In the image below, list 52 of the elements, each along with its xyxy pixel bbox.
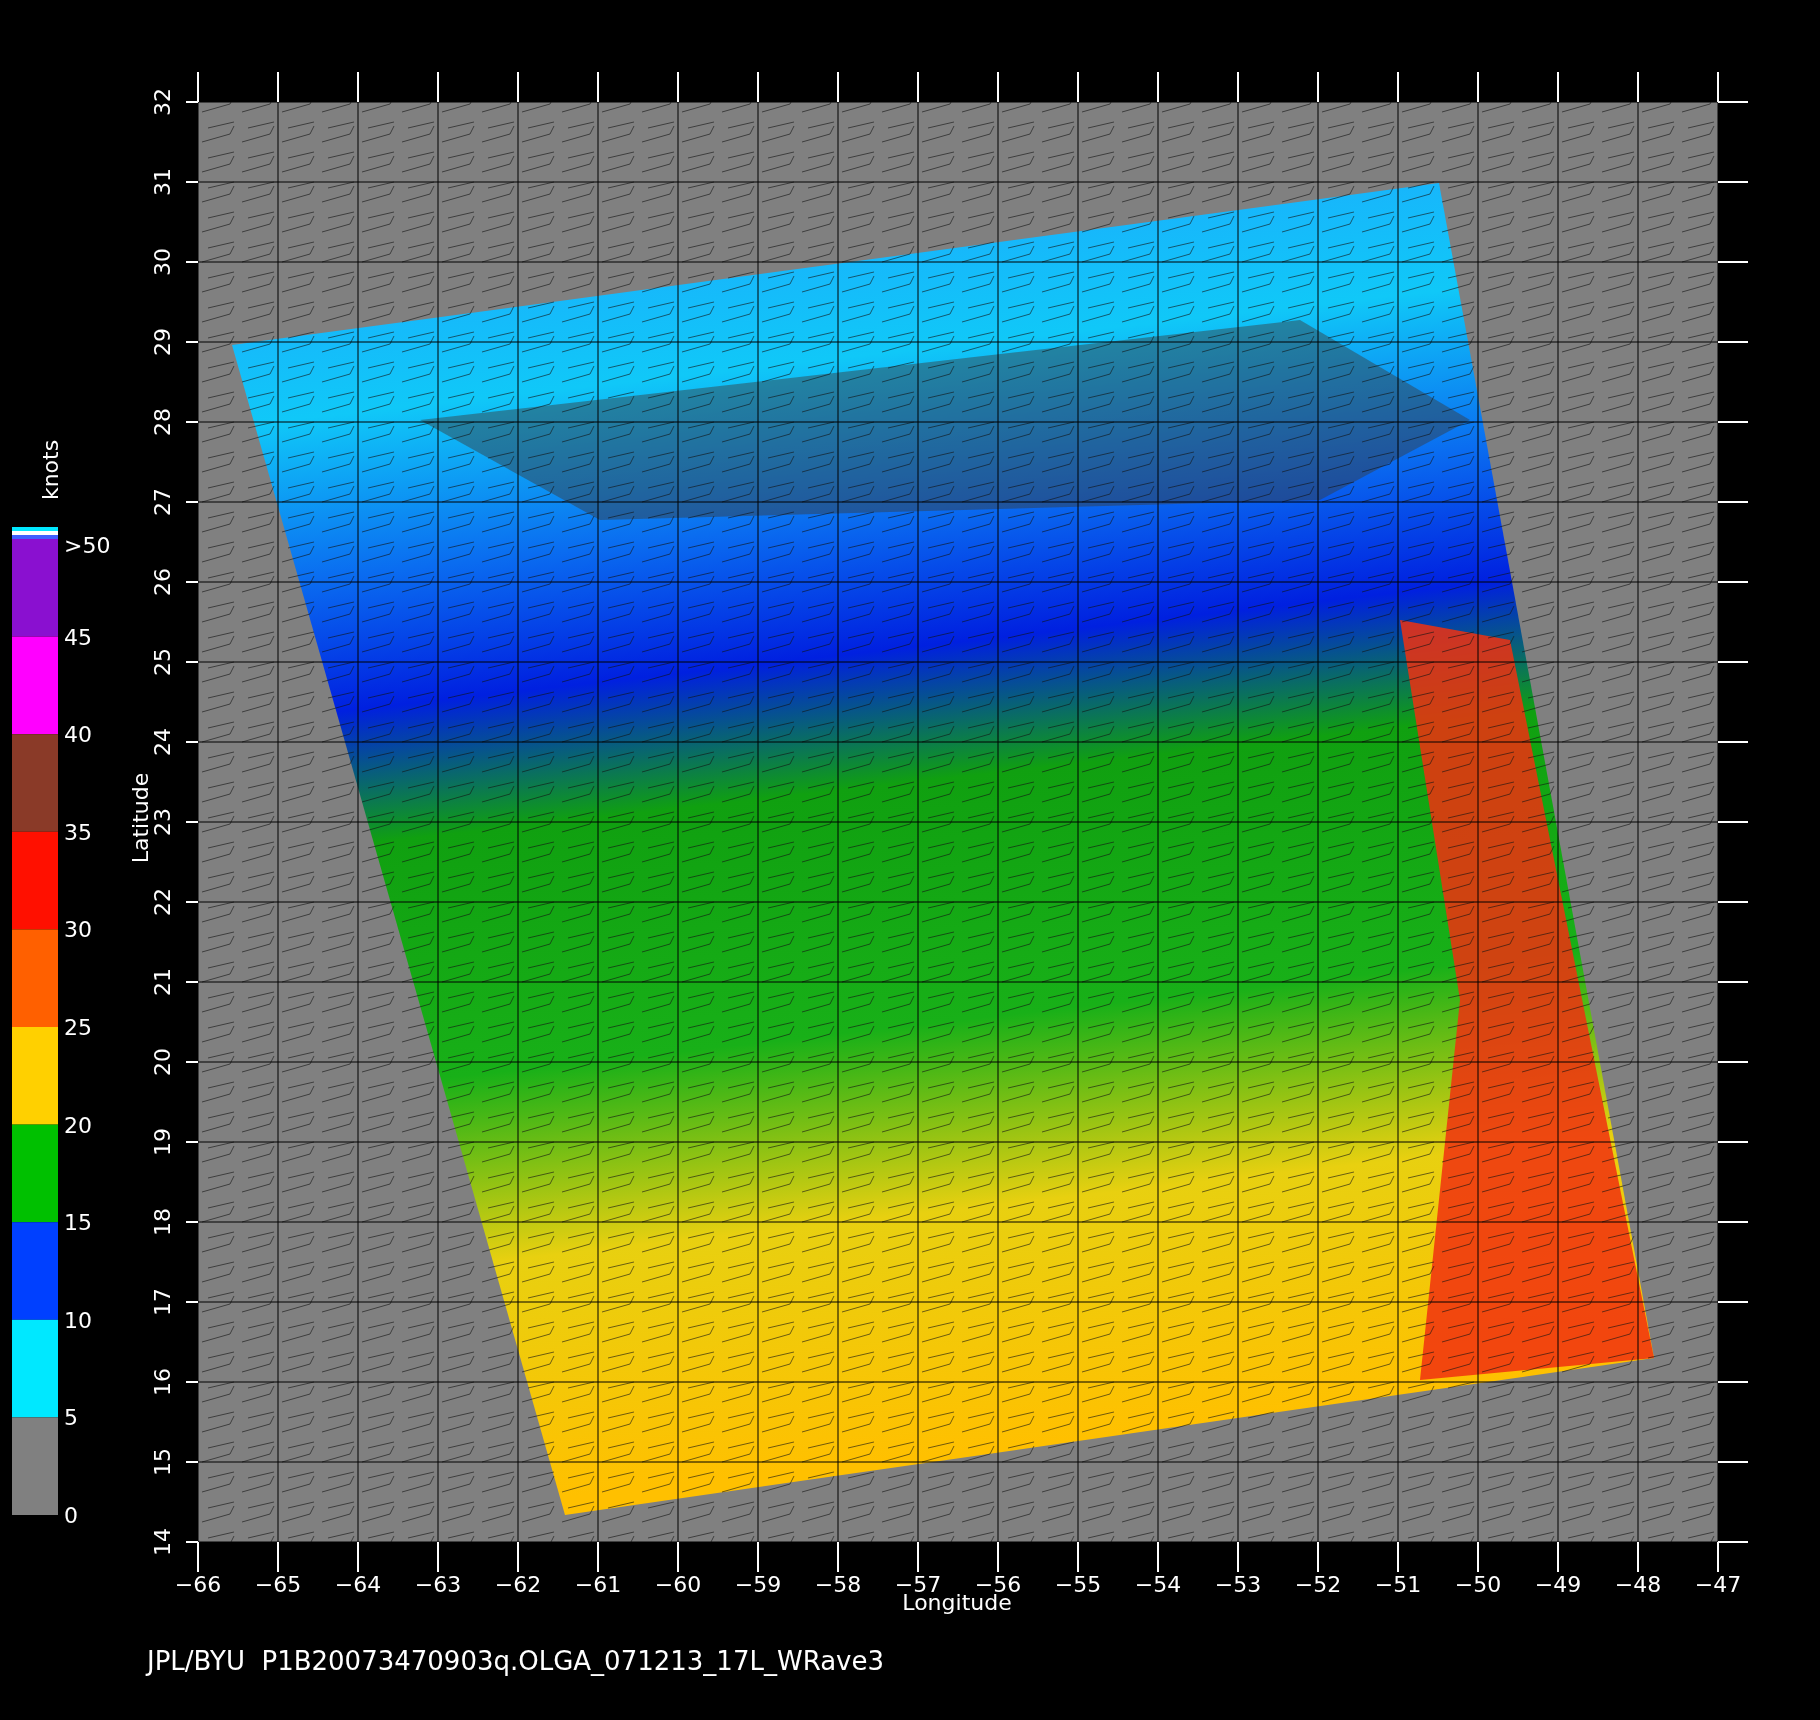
x-tick-label: −66 [174,1572,222,1597]
x-tick-label: −52 [1294,1572,1342,1597]
y-tick-label: 14 [150,1528,175,1556]
x-tick-label: −63 [414,1572,462,1597]
colorbar-label: 40 [64,722,92,748]
colorbar-label: 10 [64,1307,92,1333]
x-tick-label: −60 [654,1572,702,1597]
y-tick-label: 23 [150,808,175,836]
y-tick-label: 24 [150,728,175,756]
y-tick-label: 30 [150,248,175,276]
colorbar-label: 5 [64,1405,78,1431]
colorbar-label: >50 [64,533,111,558]
x-tick-label: −58 [814,1572,862,1597]
y-tick-label: 31 [150,168,175,196]
x-tick-label: −64 [334,1572,382,1597]
y-tick-label: 19 [150,1128,175,1156]
y-tick-label: 27 [150,488,175,516]
colorbar-label: 15 [64,1210,92,1236]
colorbar-label: 25 [64,1015,92,1040]
x-tick-label: −54 [1134,1572,1182,1597]
x-tick-label: −65 [254,1572,302,1597]
x-tick-label: −48 [1614,1572,1662,1597]
x-tick-label: −61 [574,1572,622,1597]
y-tick-label: 15 [150,1448,175,1476]
colorbar-label: 0 [64,1503,78,1528]
x-tick-label: −53 [1214,1572,1262,1597]
y-tick-label: 18 [150,1208,175,1236]
y-tick-label: 21 [150,968,175,996]
y-tick-label: 25 [150,648,175,676]
colorbar-label: 45 [64,624,92,650]
colorbar-label: 35 [64,819,92,845]
x-tick-label: −50 [1454,1572,1502,1597]
y-tick-label: 26 [150,568,175,596]
x-tick-label: −55 [1054,1572,1102,1597]
y-tick-label: 20 [150,1048,175,1076]
y-axis-title: Latitude [128,772,153,864]
y-tick-label: 17 [150,1288,175,1316]
x-tick-label: −47 [1694,1572,1742,1597]
y-tick-label: 22 [150,888,175,916]
x-tick-label: −59 [734,1572,782,1597]
colorbar-unit: knots [38,439,63,501]
y-tick-label: 32 [150,88,175,116]
y-tick-label: 29 [150,328,175,356]
caption: JPL/BYU P1B20073470903q.OLGA_071213_17L_WRave3 [147,1646,884,1676]
colorbar-label: 30 [64,917,92,943]
colorbar-label: 20 [64,1112,92,1138]
x-tick-label: −49 [1534,1572,1582,1597]
colorbar-top-strip [12,527,58,539]
x-tick-label: −62 [494,1572,542,1597]
y-tick-label: 28 [150,408,175,436]
y-tick-label: 16 [150,1368,175,1396]
x-tick-label: −51 [1374,1572,1422,1597]
